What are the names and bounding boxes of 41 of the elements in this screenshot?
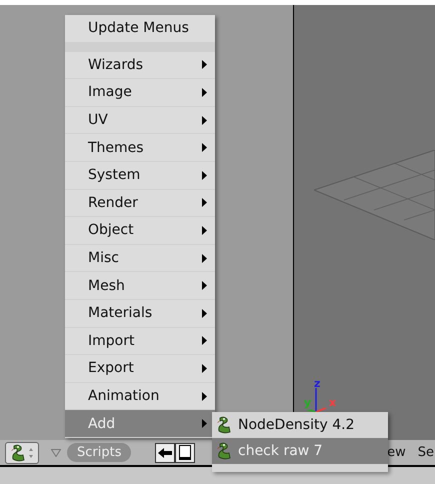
submenu-arrow-icon [202,116,207,125]
header-menu[interactable]: ew [387,445,406,460]
editor-type-button[interactable] [5,442,39,464]
menu-item[interactable]: Export [65,355,215,383]
submenu-arrow-icon [202,281,207,290]
menu-item[interactable]: Import [65,328,215,356]
axis-label: z [314,380,320,390]
axis-label: x [329,396,336,409]
spinner-arrows-icon [28,446,34,458]
menu-item[interactable]: Materials [65,300,215,328]
window-icon [179,445,192,460]
submenu-arrow-icon [202,392,207,401]
menu-item[interactable]: Mesh [65,272,215,300]
submenu-arrow-icon [202,198,207,208]
submenu-arrow-icon [202,60,207,70]
menu-item[interactable]: NodeDensity 4.2 [212,412,388,438]
menu-item[interactable]: System [65,162,215,190]
header-menu[interactable]: Se [418,445,434,460]
submenu-arrow-icon [202,226,207,235]
submenu-arrow-icon [202,336,207,346]
submenu-arrow-icon [202,254,207,263]
menu-item[interactable]: Render [65,190,215,218]
axis-label: y [304,396,312,409]
menu-item[interactable]: Wizards [65,52,215,80]
submenu-arrow-icon [202,419,207,428]
submenu-arrow-icon [202,88,207,97]
window-button[interactable] [175,442,196,462]
back-arrow-button[interactable] [155,442,176,462]
python-icon [216,442,232,460]
submenu-arrow-icon [202,143,207,152]
submenu-arrow-icon [202,170,207,180]
left-arrow-icon [158,448,172,458]
submenu-arrow-icon [202,364,207,373]
menu-item[interactable]: Misc [65,244,215,272]
python-icon [216,416,232,434]
menu-item[interactable]: Object [65,217,215,245]
submenu-arrow-icon [202,308,207,318]
menu-item[interactable]: UV [65,106,215,134]
menu-item[interactable]: Image [65,79,215,107]
menu-item[interactable]: Themes [65,134,215,162]
python-icon [10,444,26,462]
